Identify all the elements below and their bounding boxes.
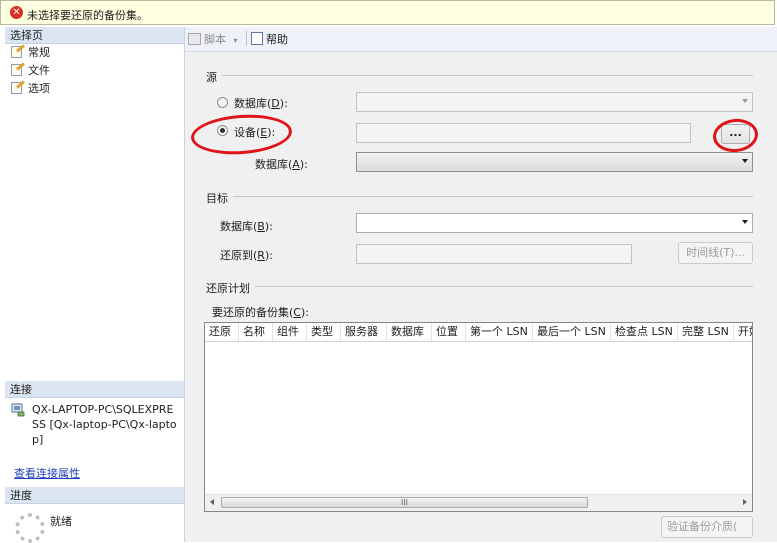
column-header[interactable]: 服务器 [341,323,387,341]
target-database-select[interactable] [356,213,753,233]
help-button[interactable]: 帮助 [251,31,288,47]
column-header[interactable]: 第一个 LSN [466,323,533,341]
page-properties-icon [11,44,25,58]
restore-settings-pane: 脚本 ▾ 帮助 源 数据库(D): 设备(E): ... 数据库(A): 目标 … [185,27,777,542]
column-header[interactable]: 组件 [273,323,307,341]
select-page-header: 选择页 [5,27,184,44]
plan-divider [255,286,753,287]
database-radio-label: 数据库(D): [234,97,288,110]
device-database-select[interactable] [356,152,753,172]
progress-header: 进度 [5,487,184,504]
verify-backup-media-button[interactable]: 验证备份介质( [661,516,753,538]
column-header[interactable]: 名称 [239,323,273,341]
column-header[interactable]: 数据库 [387,323,432,341]
error-icon: ✕ [10,6,23,19]
script-icon [188,33,201,45]
toolbar-separator [246,31,247,46]
scroll-left-icon[interactable] [210,499,214,505]
help-icon [251,32,263,45]
page-item-label: 选项 [28,82,50,95]
column-header[interactable]: 还原 [205,323,239,341]
script-label: 脚本 [204,33,226,46]
page-properties-icon [11,80,25,94]
timeline-button[interactable]: 时间线(T)... [678,242,753,264]
progress-spinner-icon [15,513,45,543]
left-pane: 选择页 常规 文件 选项 连接 QX-LAPTOP-PC\SQLEXPRESS … [5,27,185,543]
source-section-title: 源 [206,71,217,84]
chevron-down-icon [742,220,748,224]
chevron-down-icon [742,99,748,103]
backup-sets-grid[interactable]: 还原 名称 组件 类型 服务器 数据库 位置 第一个 LSN 最后一个 LSN … [204,322,753,512]
database-radio[interactable] [217,97,228,108]
column-header[interactable]: 位置 [432,323,466,341]
source-divider [222,75,753,76]
page-item-label: 常规 [28,46,50,59]
restore-to-label: 还原到(R): [220,249,273,262]
error-message-text: 未选择要还原的备份集。 [27,9,148,22]
device-path-field[interactable] [356,123,691,143]
target-divider [233,196,753,197]
server-connection-icon [11,403,25,417]
script-button[interactable]: 脚本 ▾ [188,31,238,47]
backup-sets-label: 要还原的备份集(C): [212,306,309,319]
toolbar: 脚本 ▾ 帮助 [185,27,777,52]
view-connection-properties-link[interactable]: 查看连接属性 [14,465,80,481]
server-connection-text: QX-LAPTOP-PC\SQLEXPRESS [Qx-laptop-PC\Qx… [32,403,177,446]
column-header[interactable]: 开始 [734,323,752,341]
page-item-label: 文件 [28,64,50,77]
error-message-bar: ✕ 未选择要还原的备份集。 [0,0,775,25]
horizontal-scrollbar[interactable]: III [205,494,752,511]
grid-header: 还原 名称 组件 类型 服务器 数据库 位置 第一个 LSN 最后一个 LSN … [205,323,752,342]
target-section-title: 目标 [206,192,228,205]
page-properties-icon [11,62,25,76]
source-database-select[interactable] [356,92,753,112]
scrollbar-thumb[interactable]: III [221,497,588,508]
restore-to-field[interactable] [356,244,632,264]
target-database-label: 数据库(B): [220,220,273,233]
scroll-right-icon[interactable] [743,499,747,505]
column-header[interactable]: 类型 [307,323,341,341]
chevron-down-icon: ▾ [233,36,238,45]
page-item-options[interactable]: 选项 [11,80,50,97]
column-header[interactable]: 检查点 LSN [611,323,678,341]
plan-section-title: 还原计划 [206,282,250,295]
source-database-label: 数据库(A): [255,158,308,171]
column-header[interactable]: 完整 LSN [678,323,734,341]
connection-header: 连接 [5,381,184,398]
page-item-files[interactable]: 文件 [11,62,50,79]
page-item-general[interactable]: 常规 [11,44,50,61]
help-label: 帮助 [266,33,288,46]
progress-status: 就绪 [50,515,72,528]
column-header[interactable]: 最后一个 LSN [533,323,611,341]
chevron-down-icon [742,159,748,163]
